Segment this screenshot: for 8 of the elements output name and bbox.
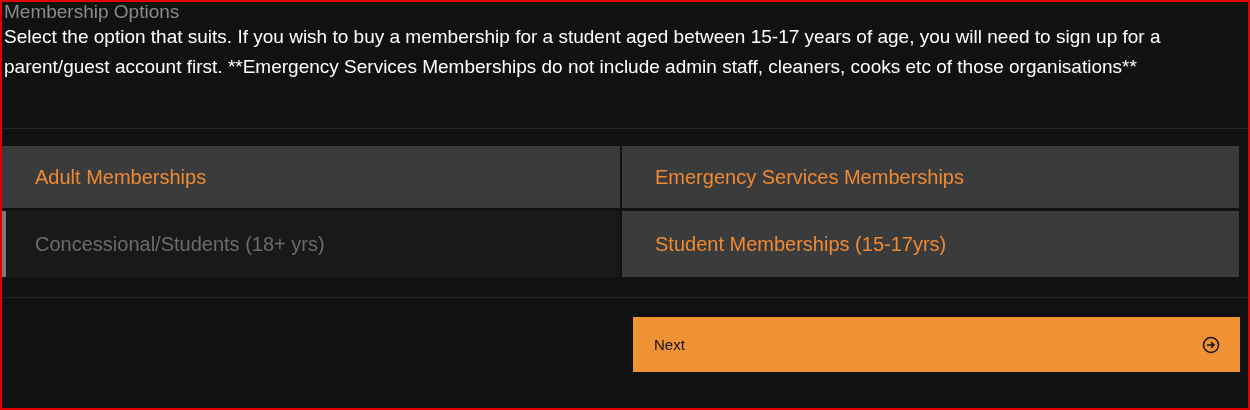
- next-button[interactable]: Next: [633, 317, 1240, 372]
- membership-option[interactable]: Emergency Services Memberships: [622, 146, 1239, 208]
- membership-option[interactable]: Adult Memberships: [2, 146, 620, 208]
- section-heading: Membership Options: [3, 2, 181, 22]
- membership-option[interactable]: Student Memberships (15-17yrs): [622, 211, 1239, 277]
- arrow-right-circle-icon: [1202, 335, 1220, 354]
- instructions-text: Select the option that suits. If you wish to buy a membership for a student aged between 15-17 years of age, you will need to sign up for a parent/guest account first. **Emergency Services Memberships do not include admin staff, cleaners, cooks etc of those organisations**: [3, 25, 1162, 79]
- membership-option[interactable]: Concessional/Students (18+ yrs): [2, 211, 620, 277]
